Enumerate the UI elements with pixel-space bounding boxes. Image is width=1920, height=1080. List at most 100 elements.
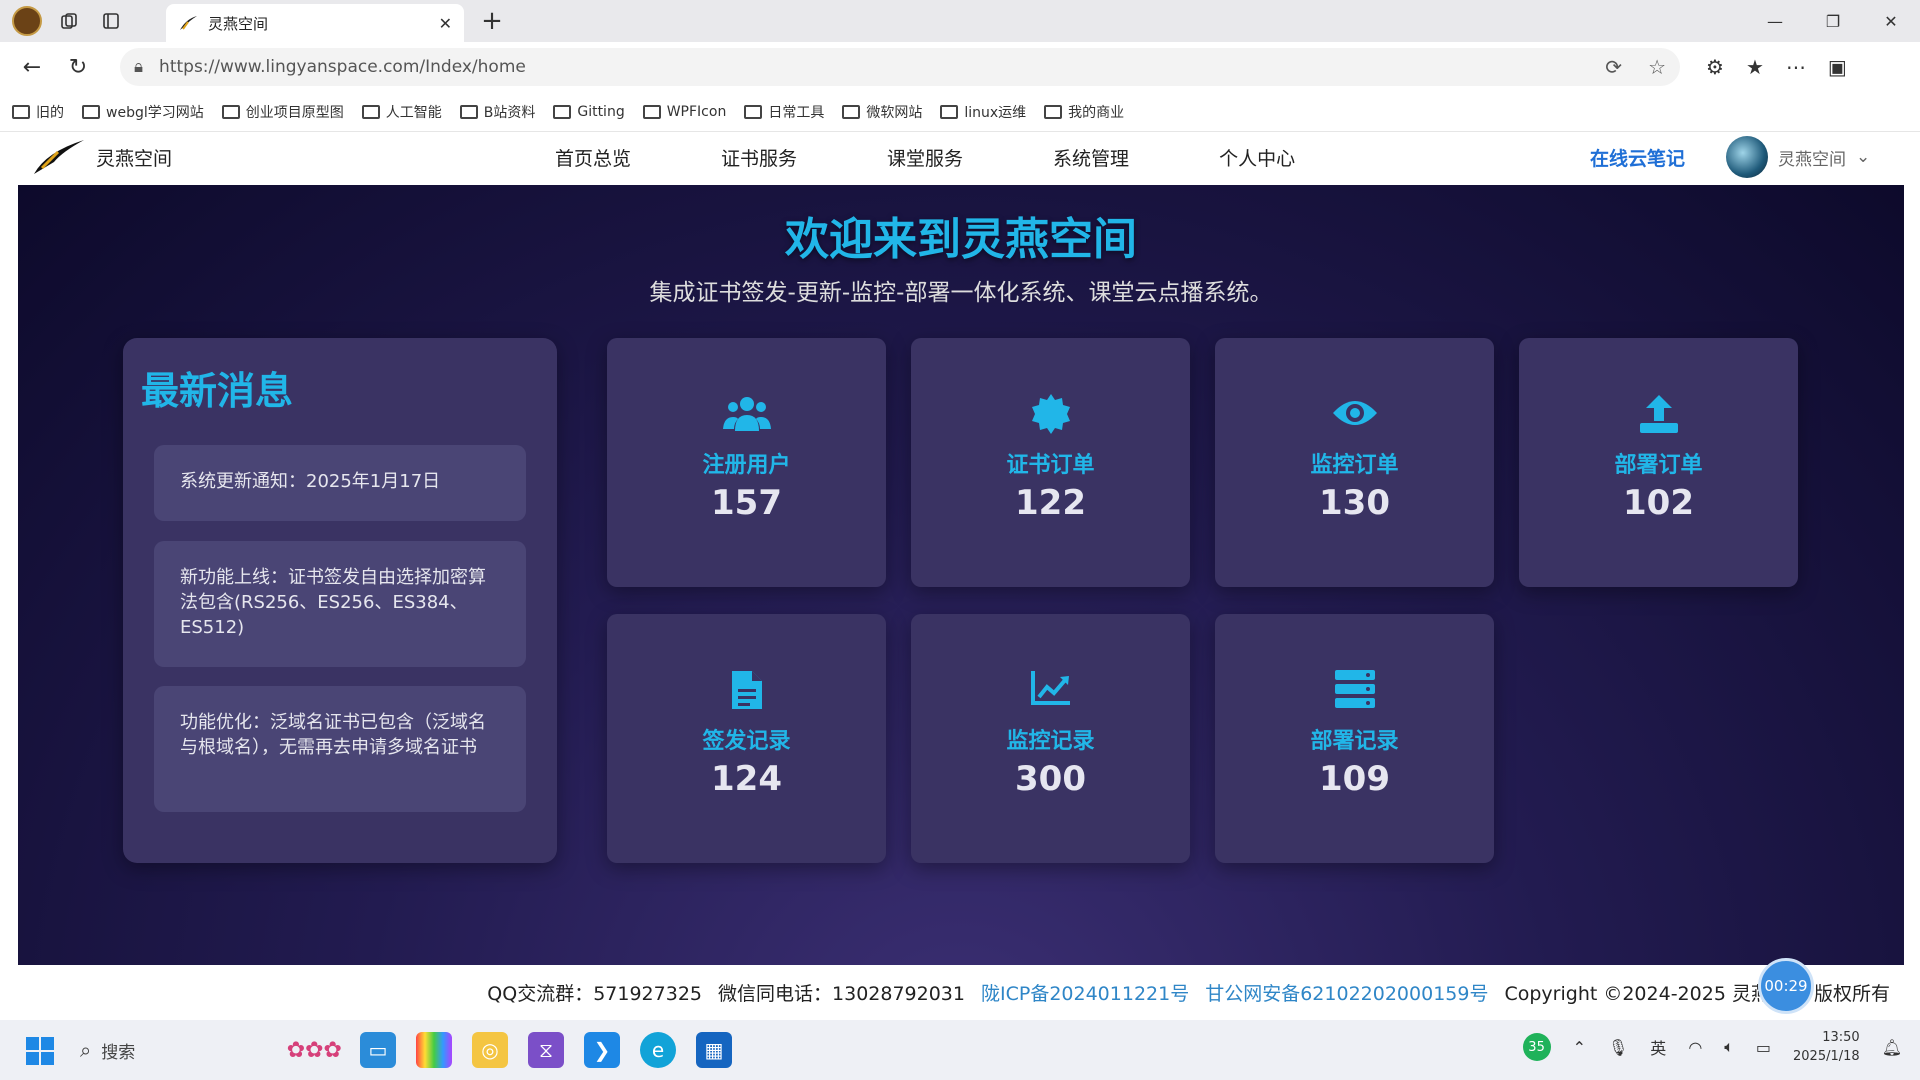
ime-indicator[interactable]: 英 <box>1650 1035 1666 1059</box>
police-record-link[interactable]: 甘公网安备62102202000159号 <box>1205 979 1488 1006</box>
stat-label: 监控记录 <box>1006 729 1095 754</box>
bookmark-item[interactable]: 我的商业 <box>1044 102 1124 122</box>
bookmark-item[interactable]: B站资料 <box>459 102 535 122</box>
stat-label: 注册用户 <box>702 453 791 478</box>
stat-card-deploy-records[interactable]: 部署记录 109 <box>1215 614 1494 863</box>
stat-label: 部署订单 <box>1614 453 1703 478</box>
bookmark-item[interactable]: Gitting <box>553 104 625 120</box>
stat-value: 109 <box>1319 759 1390 799</box>
sidebar-icon[interactable]: ▣ <box>1828 55 1847 79</box>
dashboard-panel: 欢迎来到灵燕空间 集成证书签发-更新-监控-部署一体化系统、课堂云点播系统。 最… <box>18 185 1904 965</box>
bookmarks-bar: 旧的 webgl学习网站 创业项目原型图 人工智能 B站资料 Gitting W… <box>0 92 1920 132</box>
volume-icon[interactable]: 🔈︎ <box>1724 1037 1734 1057</box>
folder-app-icon[interactable]: ◎ <box>472 1032 508 1068</box>
url-field[interactable]: 🔒︎ https://www.lingyanspace.com/Index/ho… <box>120 48 1680 86</box>
tab-actions-icon[interactable] <box>90 0 132 42</box>
site-footer: QQ交流群：571927325 微信同电话：13028792031 陇ICP备2… <box>0 965 1920 1020</box>
bookmark-item[interactable]: 旧的 <box>12 102 64 122</box>
taskbar: ⌕ 搜索 ✿✿✿ ▭ ◎ ⧖ ❯ e ▦ 35 ⌃ 🎙︎ 英 ◠ 🔈︎ ▭ 13… <box>0 1020 1920 1080</box>
search-placeholder: 搜索 <box>101 1042 136 1063</box>
translate-icon[interactable]: ⟳ <box>1605 55 1622 79</box>
floating-timer[interactable]: 00:29 <box>1758 958 1814 1014</box>
folder-icon <box>1044 104 1063 119</box>
bookmark-item[interactable]: webgl学习网站 <box>82 102 204 122</box>
stat-value: 124 <box>711 759 782 799</box>
bookmark-item[interactable]: 日常工具 <box>744 102 824 122</box>
tulips-icon: ✿✿✿ <box>286 1037 342 1063</box>
qq-group: QQ交流群：571927325 <box>487 983 703 1005</box>
minimize-button[interactable]: — <box>1746 0 1804 42</box>
chevron-up-icon[interactable]: ⌃ <box>1573 1038 1586 1057</box>
restore-button[interactable]: ❐ <box>1804 0 1862 42</box>
bookmark-item[interactable]: 人工智能 <box>361 102 442 122</box>
certificate-icon <box>1031 394 1070 434</box>
stat-value: 130 <box>1319 483 1390 523</box>
store-icon[interactable]: ▦ <box>696 1032 732 1068</box>
folder-icon <box>82 104 100 119</box>
favorites-icon[interactable]: ★ <box>1746 55 1764 79</box>
tab-close-icon[interactable]: ✕ <box>439 14 452 33</box>
icp-link[interactable]: 陇ICP备2024011221号 <box>981 979 1189 1006</box>
news-item[interactable]: 新功能上线：证书签发自由选择加密算法包含(RS256、ES256、ES384、E… <box>154 541 526 667</box>
taskbar-apps: ▭ ◎ ⧖ ❯ e ▦ <box>360 1032 732 1068</box>
user-menu[interactable]: 灵燕空间 ⌄ <box>1726 136 1870 178</box>
wifi-icon[interactable]: ◠ <box>1688 1038 1702 1057</box>
stat-card-registered-users[interactable]: 注册用户 157 <box>607 338 886 587</box>
desktop-app-icon[interactable]: ▭ <box>360 1032 396 1068</box>
collections-icon[interactable] <box>48 0 90 42</box>
folder-icon <box>361 104 380 119</box>
file-icon <box>731 671 762 709</box>
site-logo[interactable]: 灵燕空间 <box>32 138 172 176</box>
folder-icon <box>642 104 661 119</box>
stat-card-monitor-records[interactable]: 监控记录 300 <box>911 614 1190 863</box>
copyright: Copyright ©2024-2025 灵燕空间 版权所有 <box>1504 983 1890 1005</box>
nav-item-home[interactable]: 首页总览 <box>555 144 631 171</box>
folder-icon <box>459 104 478 119</box>
color-app-icon[interactable] <box>416 1032 452 1068</box>
news-title: 最新消息 <box>141 369 294 413</box>
close-window-button[interactable]: ✕ <box>1862 0 1920 42</box>
site-header: 灵燕空间 首页总览 证书服务 课堂服务 系统管理 个人中心 在线云笔记 灵燕空间… <box>0 132 1920 179</box>
stat-card-certificate-orders[interactable]: 证书订单 122 <box>911 338 1190 587</box>
microphone-icon[interactable]: 🎙︎ <box>1608 1038 1628 1057</box>
nav-item-system[interactable]: 系统管理 <box>1053 144 1129 171</box>
taskbar-search[interactable]: ⌕ 搜索 ✿✿✿ <box>80 1030 342 1070</box>
bookmark-item[interactable]: 创业项目原型图 <box>221 102 344 122</box>
stat-card-issue-records[interactable]: 签发记录 124 <box>607 614 886 863</box>
nav-item-profile[interactable]: 个人中心 <box>1219 144 1295 171</box>
main-nav: 首页总览 证书服务 课堂服务 系统管理 个人中心 <box>555 144 1385 171</box>
notifications-bell-icon[interactable]: 🔔︎ <box>1882 1038 1902 1057</box>
stat-card-monitor-orders[interactable]: 监控订单 130 <box>1215 338 1494 587</box>
new-tab-button[interactable]: + <box>477 6 507 36</box>
refresh-button[interactable]: ↻ <box>60 49 96 85</box>
stat-card-deploy-orders[interactable]: 部署订单 102 <box>1519 338 1798 587</box>
back-button[interactable]: ← <box>14 49 50 85</box>
extensions-icon[interactable]: ⚙ <box>1706 55 1724 79</box>
notification-badge[interactable]: 35 <box>1522 1033 1551 1061</box>
nav-item-certificate[interactable]: 证书服务 <box>721 144 797 171</box>
edge-browser-icon[interactable]: e <box>640 1032 676 1068</box>
page-subtitle: 集成证书签发-更新-监控-部署一体化系统、课堂云点播系统。 <box>649 280 1273 306</box>
cloud-note-link[interactable]: 在线云笔记 <box>1590 144 1685 171</box>
favorite-star-icon[interactable]: ☆ <box>1648 55 1666 79</box>
more-menu-icon[interactable]: ⋯ <box>1786 55 1806 79</box>
visual-studio-icon[interactable]: ⧖ <box>528 1032 564 1068</box>
browser-tab[interactable]: 灵燕空间 ✕ <box>166 4 464 42</box>
folder-icon <box>553 104 572 119</box>
battery-icon[interactable]: ▭ <box>1756 1038 1771 1057</box>
profile-button[interactable] <box>0 0 42 42</box>
folder-icon <box>12 104 30 119</box>
news-item[interactable]: 系统更新通知：2025年1月17日 <box>154 445 526 521</box>
wechat-phone: 微信同电话：13028792031 <box>718 983 965 1005</box>
user-name: 灵燕空间 <box>1778 149 1846 170</box>
bookmark-item[interactable]: WPFIcon <box>642 104 726 120</box>
taskbar-clock[interactable]: 13:50 2025/1/18 <box>1793 1028 1860 1066</box>
nav-item-classroom[interactable]: 课堂服务 <box>887 144 963 171</box>
bookmark-item[interactable]: linux运维 <box>940 102 1026 122</box>
bookmark-item[interactable]: 微软网站 <box>842 102 922 122</box>
vscode-icon[interactable]: ❯ <box>584 1032 620 1068</box>
windows-start-icon[interactable] <box>25 1036 55 1070</box>
address-bar-row: ← ↻ 🔒︎ https://www.lingyanspace.com/Inde… <box>0 42 1920 92</box>
stat-value: 300 <box>1015 759 1086 799</box>
news-item[interactable]: 功能优化：泛域名证书已包含（泛域名与根域名），无需再去申请多域名证书 <box>154 686 526 812</box>
